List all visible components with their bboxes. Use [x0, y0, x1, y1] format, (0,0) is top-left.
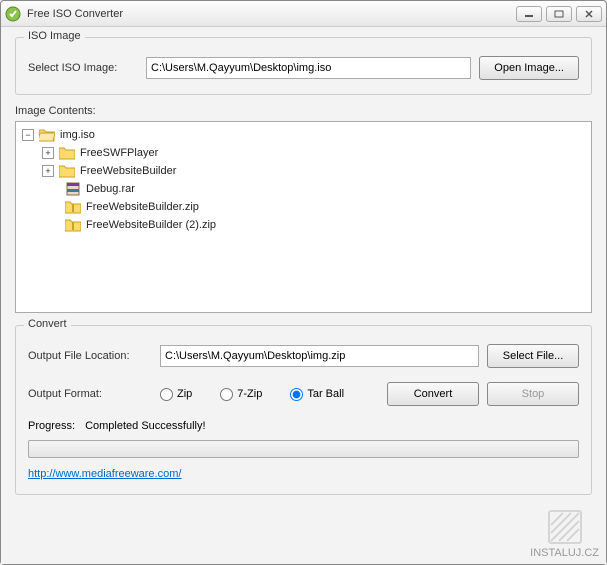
stop-button[interactable]: Stop: [487, 382, 579, 406]
window-title: Free ISO Converter: [27, 8, 516, 20]
tree-node-label: FreeWebsiteBuilder.zip: [86, 201, 199, 213]
image-contents-label: Image Contents:: [15, 105, 592, 117]
content-area: ISO Image Select ISO Image: Open Image..…: [1, 27, 606, 564]
minimize-button[interactable]: [516, 6, 542, 22]
folder-icon: [59, 164, 75, 178]
convert-group: Convert Output File Location: Select Fil…: [15, 325, 592, 495]
zip-icon: [65, 200, 81, 214]
contents-tree[interactable]: − img.iso + FreeSWFPlayer + FreeWebsiteB…: [15, 121, 592, 313]
window-controls: [516, 6, 602, 22]
collapse-icon[interactable]: −: [22, 129, 34, 141]
output-location-label: Output File Location:: [28, 350, 152, 362]
website-link[interactable]: http://www.mediafreeware.com/: [28, 468, 181, 480]
app-window: Free ISO Converter ISO Image Select ISO …: [0, 0, 607, 565]
tree-node-label: FreeSWFPlayer: [80, 147, 158, 159]
tree-root[interactable]: − img.iso: [22, 126, 585, 144]
app-icon: [5, 6, 21, 22]
tree-item[interactable]: + FreeSWFPlayer: [22, 144, 585, 162]
progress-bar: [28, 440, 579, 458]
folder-icon: [59, 146, 75, 160]
select-iso-label: Select ISO Image:: [28, 62, 138, 74]
titlebar: Free ISO Converter: [1, 1, 606, 27]
tree-item[interactable]: + FreeWebsiteBuilder: [22, 162, 585, 180]
format-7zip-radio[interactable]: 7-Zip: [220, 388, 262, 401]
close-button[interactable]: [576, 6, 602, 22]
output-path-input[interactable]: [160, 345, 479, 367]
rar-icon: [65, 182, 81, 196]
progress-status: Completed Successfully!: [85, 420, 205, 432]
folder-open-icon: [39, 128, 55, 142]
tree-node-label: FreeWebsiteBuilder: [80, 165, 176, 177]
format-tarball-radio[interactable]: Tar Ball: [290, 388, 344, 401]
select-file-button[interactable]: Select File...: [487, 344, 579, 368]
tree-item[interactable]: Debug.rar: [22, 180, 585, 198]
expand-icon[interactable]: +: [42, 147, 54, 159]
expand-icon[interactable]: +: [42, 165, 54, 177]
format-zip-radio[interactable]: Zip: [160, 388, 192, 401]
output-format-label: Output Format:: [28, 388, 152, 400]
maximize-button[interactable]: [546, 6, 572, 22]
progress-label: Progress:: [28, 420, 75, 432]
zip-icon: [65, 218, 81, 232]
tree-item[interactable]: FreeWebsiteBuilder.zip: [22, 198, 585, 216]
open-image-button[interactable]: Open Image...: [479, 56, 579, 80]
tree-item[interactable]: FreeWebsiteBuilder (2).zip: [22, 216, 585, 234]
tree-node-label: FreeWebsiteBuilder (2).zip: [86, 219, 216, 231]
convert-legend: Convert: [24, 318, 71, 330]
tree-node-label: Debug.rar: [86, 183, 135, 195]
iso-image-group: ISO Image Select ISO Image: Open Image..…: [15, 37, 592, 95]
iso-image-legend: ISO Image: [24, 30, 85, 42]
convert-button[interactable]: Convert: [387, 382, 479, 406]
iso-path-input[interactable]: [146, 57, 471, 79]
tree-node-label: img.iso: [60, 129, 95, 141]
